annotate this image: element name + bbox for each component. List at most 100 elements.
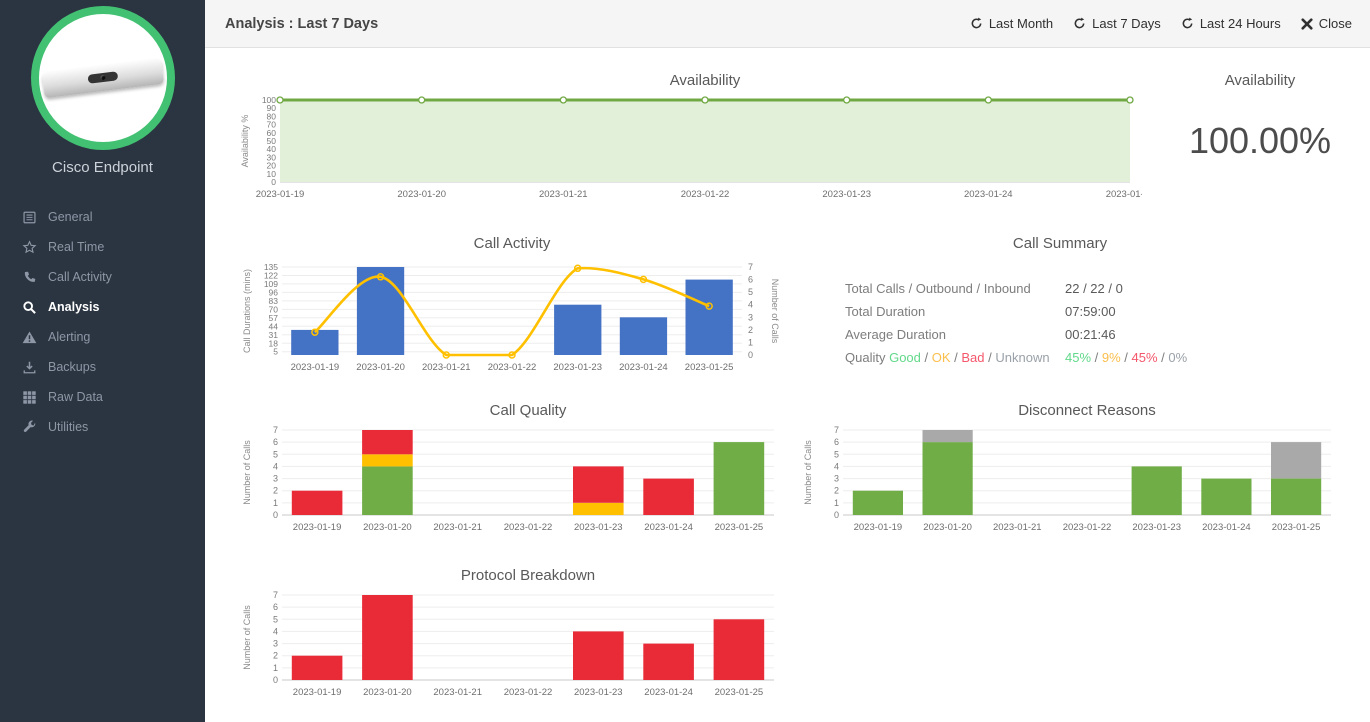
device-name: Cisco Endpoint xyxy=(52,159,153,176)
svg-text:Call Durations (mins): Call Durations (mins) xyxy=(242,269,252,353)
summary-row-value: 22 / 22 / 0 xyxy=(1065,281,1123,296)
sidebar-item-call-activity[interactable]: Call Activity xyxy=(0,262,205,292)
sidebar-nav: General Real Time Call Activity Analysis Ale… xyxy=(0,202,205,442)
button-label: Last 7 Days xyxy=(1092,16,1161,31)
quality-part: 9% xyxy=(1101,350,1121,365)
svg-text:100: 100 xyxy=(262,95,276,105)
svg-text:2023-01-22: 2023-01-22 xyxy=(681,189,730,200)
svg-text:Number of Calls: Number of Calls xyxy=(770,279,780,344)
summary-row-value: 00:21:46 xyxy=(1065,327,1116,342)
svg-text:135: 135 xyxy=(264,262,278,272)
sidebar-item-label: Backups xyxy=(48,360,96,374)
summary-row-quality: Quality Good / OK / Bad / Unknown 45% / 9… xyxy=(815,346,1305,369)
chart-call-quality: Call Quality 0 1 2 3 4 5 6 7 2023-01-19 2023-01-20… xyxy=(240,400,784,548)
svg-text:6: 6 xyxy=(273,602,278,612)
summary-row-label: Average Duration xyxy=(845,327,946,342)
svg-text:3: 3 xyxy=(273,639,278,649)
device-photo xyxy=(41,58,164,99)
svg-text:2023-01-25: 2023-01-25 xyxy=(715,687,764,698)
svg-text:4: 4 xyxy=(273,461,278,471)
refresh-icon xyxy=(970,17,983,30)
sidebar-item-alerting[interactable]: Alerting xyxy=(0,322,205,352)
chart-protocol-breakdown: Protocol Breakdown 0 1 2 3 4 5 6 7 2023-01-19 2023… xyxy=(240,565,784,713)
button-last-month[interactable]: Last Month xyxy=(970,16,1053,31)
quality-part: 0% xyxy=(1168,350,1188,365)
availability-panel-title: Availability xyxy=(1224,72,1296,89)
star-icon xyxy=(22,239,37,255)
refresh-icon xyxy=(1073,17,1086,30)
sidebar-item-backups[interactable]: Backups xyxy=(0,352,205,382)
svg-text:6: 6 xyxy=(273,437,278,447)
sidebar-item-label: Call Activity xyxy=(48,270,112,284)
svg-text:6: 6 xyxy=(748,275,753,285)
button-last-24-hours[interactable]: Last 24 Hours xyxy=(1181,16,1281,31)
svg-text:1: 1 xyxy=(273,498,278,508)
wrench-icon xyxy=(22,420,37,435)
svg-text:2: 2 xyxy=(748,325,753,335)
chart-title-disconnect-reasons: Disconnect Reasons xyxy=(1018,402,1156,419)
page-title: Analysis : Last 7 Days xyxy=(225,15,379,32)
svg-text:2023-01-25: 2023-01-25 xyxy=(1106,189,1142,200)
svg-text:7: 7 xyxy=(273,590,278,600)
sidebar-item-utilities[interactable]: Utilities xyxy=(0,412,205,442)
svg-text:3: 3 xyxy=(273,474,278,484)
call-summary-title: Call Summary xyxy=(1012,235,1108,252)
svg-text:2023-01-21: 2023-01-21 xyxy=(433,522,482,533)
quality-part: Good xyxy=(889,350,921,365)
sidebar-item-label: Alerting xyxy=(48,330,91,344)
svg-text:4: 4 xyxy=(273,626,278,636)
svg-text:2023-01-23: 2023-01-23 xyxy=(574,687,623,698)
svg-text:Number of Calls: Number of Calls xyxy=(242,605,252,670)
refresh-icon xyxy=(1181,17,1194,30)
svg-text:2023-01-22: 2023-01-22 xyxy=(488,362,537,373)
phone-icon xyxy=(22,270,37,285)
grid-icon xyxy=(22,390,37,405)
quality-part: / xyxy=(950,350,962,365)
button-last-7-days[interactable]: Last 7 Days xyxy=(1073,16,1161,31)
summary-row-value: 07:59:00 xyxy=(1065,304,1116,319)
chart-title-availability: Availability xyxy=(669,72,741,89)
svg-text:2023-01-19: 2023-01-19 xyxy=(291,362,340,373)
button-label: Last Month xyxy=(988,16,1054,31)
button-label: Last 24 Hours xyxy=(1199,16,1281,31)
main-area: Analysis : Last 7 Days Last Month Last 7 … xyxy=(205,0,1370,722)
summary-row-label: Total Calls / Outbound / Inbound xyxy=(845,281,1031,296)
svg-text:Number of Calls: Number of Calls xyxy=(242,440,252,505)
svg-text:7: 7 xyxy=(834,425,839,435)
svg-text:3: 3 xyxy=(748,312,753,322)
summary-row: Total Duration 07:59:00 xyxy=(815,300,1305,323)
svg-text:2023-01-24: 2023-01-24 xyxy=(964,189,1013,200)
svg-text:2023-01-24: 2023-01-24 xyxy=(1202,522,1251,533)
svg-text:7: 7 xyxy=(748,262,753,272)
call-summary-panel: Call Summary Total Calls / Outbound / In… xyxy=(815,233,1305,369)
close-icon xyxy=(1301,17,1313,30)
svg-text:2023-01-20: 2023-01-20 xyxy=(363,687,412,698)
svg-text:1: 1 xyxy=(748,337,753,347)
sidebar-item-label: Real Time xyxy=(48,240,105,254)
quality-label: Quality Good / OK / Bad / Unknown xyxy=(845,346,1065,369)
quality-part: / xyxy=(920,350,932,365)
summary-row: Average Duration 00:21:46 xyxy=(815,323,1305,346)
quality-part: Bad xyxy=(961,350,985,365)
svg-text:5: 5 xyxy=(834,449,839,459)
summary-row: Total Calls / Outbound / Inbound 22 / 22 … xyxy=(815,277,1305,300)
svg-text:2: 2 xyxy=(834,486,839,496)
search-icon xyxy=(22,300,37,315)
list-icon xyxy=(22,210,37,225)
sidebar-item-general[interactable]: General xyxy=(0,202,205,232)
quality-part: Unknown xyxy=(995,350,1050,365)
svg-text:2023-01-25: 2023-01-25 xyxy=(685,362,734,373)
app-window: Cisco Endpoint General Real Time Call Acti… xyxy=(0,0,1370,722)
topbar-actions: Last Month Last 7 Days Last 24 Hours Close xyxy=(970,16,1352,31)
svg-text:2023-01-23: 2023-01-23 xyxy=(553,362,602,373)
svg-text:6: 6 xyxy=(834,437,839,447)
svg-text:2023-01-20: 2023-01-20 xyxy=(923,522,972,533)
sidebar-item-analysis[interactable]: Analysis xyxy=(0,292,205,322)
button-close[interactable]: Close xyxy=(1301,16,1352,31)
sidebar-item-real-time[interactable]: Real Time xyxy=(0,232,205,262)
sidebar-item-raw-data[interactable]: Raw Data xyxy=(0,382,205,412)
svg-text:122: 122 xyxy=(264,271,278,281)
availability-summary-panel: Availability 100.00% xyxy=(1155,70,1365,162)
svg-text:2023-01-24: 2023-01-24 xyxy=(644,522,693,533)
content: Availability 100.00% Call Summary Total … xyxy=(205,48,1370,722)
